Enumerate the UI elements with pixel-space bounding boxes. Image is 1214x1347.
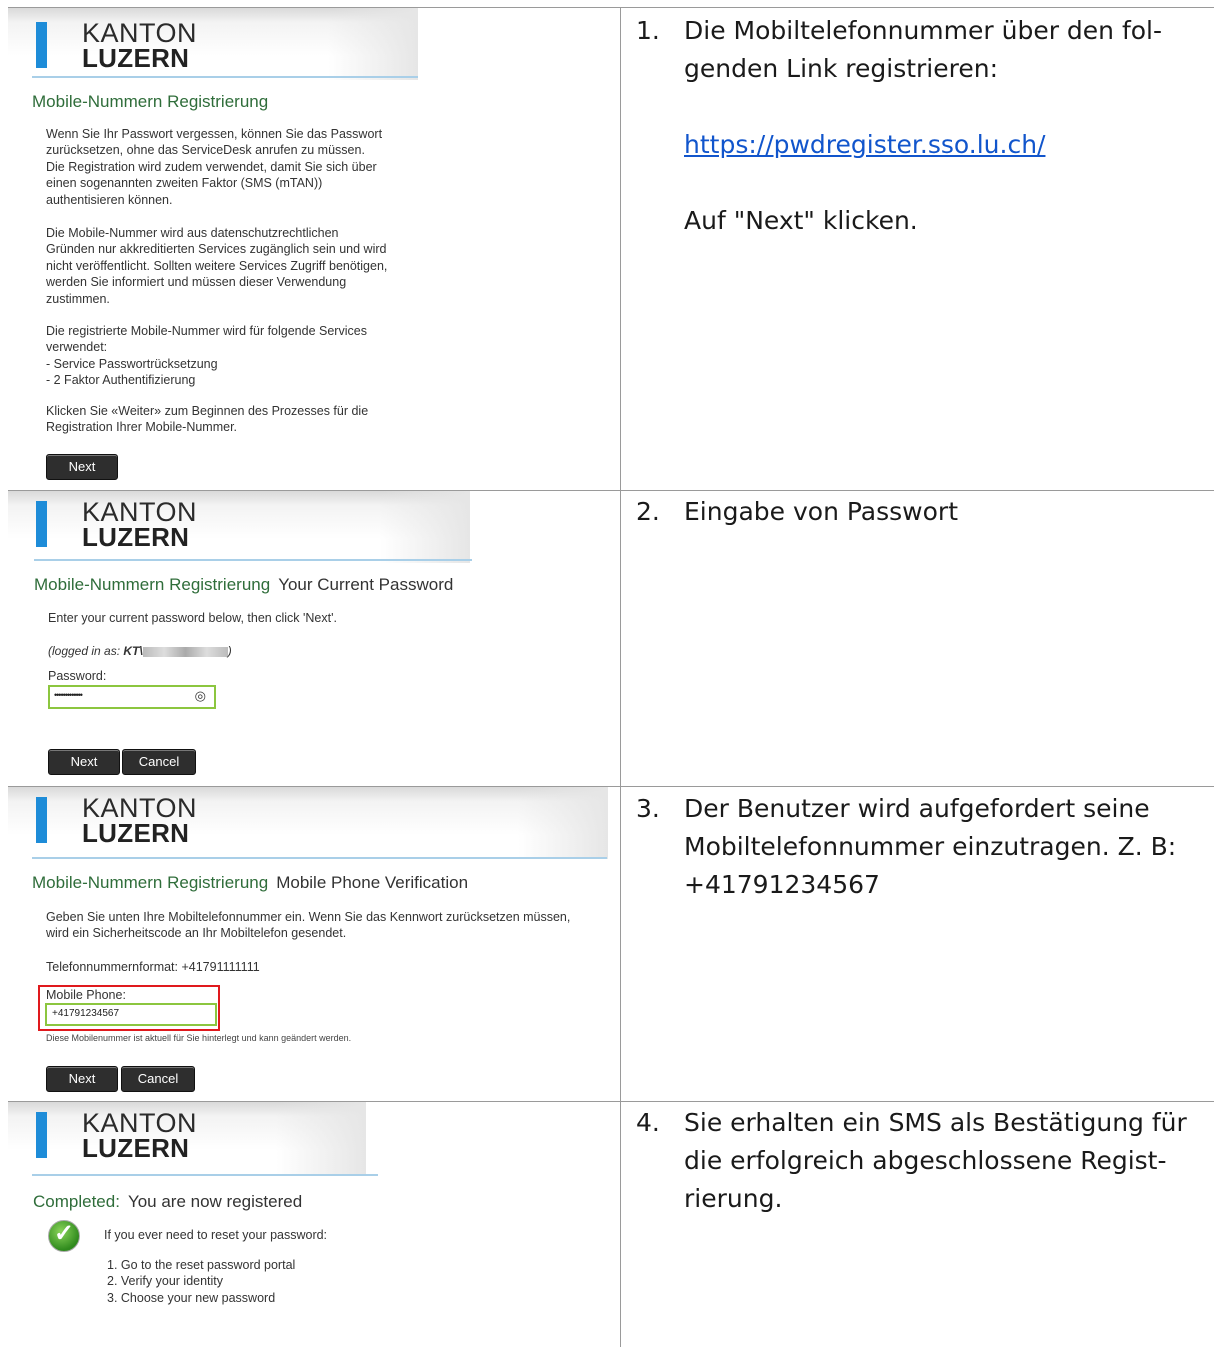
header-divider (34, 559, 472, 561)
step-number: 4. (636, 1108, 660, 1137)
logo-text-luzern: LUZERN (82, 1133, 190, 1163)
page-subtitle: Mobile Phone Verification (276, 873, 469, 892)
header-divider (32, 1174, 378, 1176)
step2-screenshot-cell: KANTON LUZERN Mobile-Nummern Registrieru… (8, 491, 620, 786)
step2-screenshot: KANTON LUZERN Mobile-Nummern Registrieru… (8, 491, 472, 786)
page-title: Mobile-Nummern Registrierung Mobile Phone… (32, 873, 469, 892)
checkmark-icon (48, 1219, 80, 1252)
registration-link[interactable]: https://pwdregister.sso.lu.ch/ (684, 130, 1045, 159)
page-title: Completed: You are now registered (33, 1192, 303, 1211)
header-divider (32, 857, 607, 859)
phone-instruction: Geben Sie unten Ihre Mobiltelefonnummer … (46, 910, 571, 941)
step1-screenshot: KANTON LUZERN Mobile-Nummern Registrieru… (8, 8, 418, 490)
logo-text-luzern: LUZERN (82, 818, 190, 848)
step4-screenshot: KANTON LUZERN Completed: You are now regi… (8, 1102, 378, 1347)
logo-text-luzern: LUZERN (82, 522, 190, 552)
table-column-divider (620, 7, 621, 1347)
phone-note: Diese Mobilenummer ist aktuell für Sie h… (46, 1033, 352, 1043)
step3-screenshot-cell: KANTON LUZERN Mobile-Nummern Registrieru… (8, 787, 620, 1101)
next-button[interactable]: Next (48, 749, 120, 775)
privacy-paragraph: Die Mobile-Nummer wird aus datenschutzre… (46, 226, 388, 306)
step1-instruction: Die Mobiltelefonnummer über den fol- gen… (684, 16, 1163, 83)
step3-instruction: Der Benutzer wird aufgefordert seine Mob… (684, 794, 1177, 899)
step-number: 2. (636, 497, 660, 526)
step2-instruction: Eingabe von Passwort (684, 497, 958, 526)
intro-paragraph: Wenn Sie Ihr Passwort vergessen, können … (46, 127, 383, 207)
phone-format-hint: Telefonnummernformat: +41791111111 (46, 960, 260, 974)
step4-instruction: Sie erhalten ein SMS als Bestätigung für… (684, 1108, 1187, 1213)
completion-lead: If you ever need to reset your password: (104, 1228, 328, 1242)
password-instruction: Enter your current password below, then … (48, 611, 337, 625)
redacted-username (142, 647, 228, 658)
step3-screenshot: KANTON LUZERN Mobile-Nummern Registrieru… (8, 787, 608, 1101)
password-label: Password: (48, 669, 107, 683)
logo-bar-icon (36, 1112, 47, 1158)
logo-bar-icon (36, 501, 47, 547)
page-title: Mobile-Nummern Registrierung (32, 92, 269, 111)
step2-description: 2. Eingabe von Passwort (636, 493, 1201, 531)
step4-screenshot-cell: KANTON LUZERN Completed: You are now regi… (8, 1102, 620, 1347)
cancel-button[interactable]: Cancel (121, 1066, 195, 1092)
step-number: 3. (636, 794, 660, 823)
step3-description: 3. Der Benutzer wird aufgefordert seine … (636, 790, 1201, 904)
services-paragraph: Die registrierte Mobile-Nummer wird für … (46, 324, 367, 388)
step1-screenshot-cell: KANTON LUZERN Mobile-Nummern Registrieru… (8, 8, 620, 490)
logged-in-as: (logged in as: KT\) (48, 644, 232, 659)
eye-icon[interactable]: ◎ (195, 688, 206, 704)
step1-description: 1. Die Mobiltelefonnummer über den fol- … (636, 12, 1201, 240)
completion-steps: 1. Go to the reset password portal 2. Ve… (107, 1258, 296, 1305)
cancel-button[interactable]: Cancel (122, 749, 196, 775)
header-divider (32, 76, 418, 78)
step-number: 1. (636, 16, 660, 45)
page-subtitle: You are now registered (127, 1192, 303, 1211)
page-title: Mobile-Nummern Registrierung Your Current… (34, 575, 454, 594)
page-subtitle: Your Current Password (278, 575, 454, 594)
phone-highlight-box (38, 985, 220, 1031)
step1-click-hint: Auf "Next" klicken. (684, 206, 918, 235)
logo-bar-icon (36, 22, 47, 68)
step4-description: 4. Sie erhalten ein SMS als Bestätigung … (636, 1104, 1201, 1218)
logo-text-luzern: LUZERN (82, 43, 190, 73)
next-button[interactable]: Next (46, 454, 118, 480)
continue-paragraph: Klicken Sie «Weiter» zum Beginnen des Pr… (46, 404, 369, 435)
password-input[interactable]: ••••••••••••• ◎ (48, 685, 216, 709)
logo-bar-icon (36, 797, 47, 843)
next-button[interactable]: Next (46, 1066, 118, 1092)
